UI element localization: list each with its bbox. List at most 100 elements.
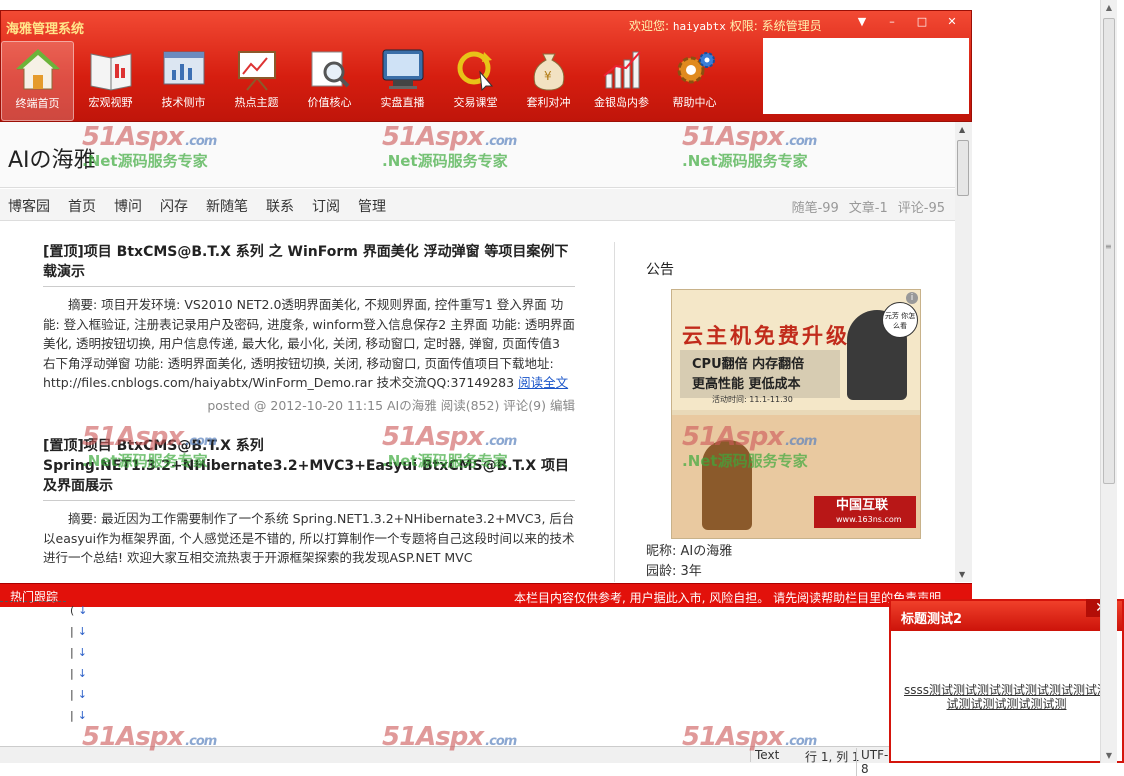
menu-dropdown-button[interactable]: ▼ <box>847 13 877 31</box>
role-label: 权限: <box>729 19 758 33</box>
blog-nav-link[interactable]: 联系 <box>266 196 294 216</box>
text-editor[interactable]: (↓ | ↓ | ↓ | ↓ | ↓ | ↓ <box>0 601 890 763</box>
scroll-thumb[interactable] <box>1103 18 1115 484</box>
welcome-label: 欢迎您: <box>629 19 670 33</box>
post-title[interactable]: [置顶]项目 BtxCMS@B.T.X 系列 Spring.NET1.3.2+N… <box>43 436 575 501</box>
post-title[interactable]: [置顶]项目 BtxCMS@B.T.X 系列 之 WinForm 界面美化 浮动… <box>43 242 575 287</box>
nav-item-live[interactable]: 实盘直播 <box>366 41 439 121</box>
nav-label: 金银岛内参 <box>594 96 649 109</box>
gear-icon <box>677 52 715 84</box>
editor-line: | ↓ <box>70 688 87 701</box>
editor-line: | ↓ <box>70 709 87 722</box>
blog-header: AIの海雅 <box>0 122 955 188</box>
nav-label: 终端首页 <box>15 97 60 110</box>
nav-item-classroom[interactable]: 交易课堂 <box>439 41 512 121</box>
nav-item-arbitrage[interactable]: ¥ 套利对冲 <box>512 41 585 121</box>
status-mode: Text <box>750 748 779 762</box>
line-marker-icon: ↓ <box>77 667 87 680</box>
chart-window-icon <box>163 51 204 85</box>
minimize-button[interactable]: – <box>877 13 907 31</box>
app-title: 海雅管理系统 <box>6 22 85 37</box>
scroll-up-arrow-icon[interactable]: ▲ <box>1104 3 1114 12</box>
hot-tracking-bar: 热门跟踪 本栏目内容仅供参考, 用户据此入市, 风险自担。 请先阅读帮助栏目里的… <box>0 583 972 607</box>
read-more-link[interactable]: 阅读全文 <box>518 375 568 390</box>
blog-content: AIの海雅 博客园 首页 博问 闪存 新随笔 联系 订阅 管理 随笔-99 文章… <box>0 122 955 582</box>
nav-item-hot[interactable]: 热点主题 <box>220 41 293 121</box>
main-nav: 终端首页 宏观视野 技术侧市 热点主题 价值核心 实盘直播 交易课堂 ¥ 套利对… <box>1 41 731 121</box>
ad-info-icon[interactable]: i <box>906 292 918 304</box>
outer-scrollbar[interactable]: ▲ ≡ ▼ <box>1100 0 1117 763</box>
ad-headline: 云主机免费升级 <box>682 324 850 348</box>
magnifier-icon <box>311 51 349 88</box>
line-marker-icon: ↓ <box>77 646 87 659</box>
nav-item-value[interactable]: 价值核心 <box>293 41 366 121</box>
role-value: 系统管理员 <box>761 19 822 33</box>
nav-label: 帮助中心 <box>672 96 717 109</box>
nav-item-help[interactable]: 帮助中心 <box>658 41 731 121</box>
top-ribbon: 海雅管理系统 欢迎您: haiyabtx 权限: 系统管理员 ▼ – □ ✕ 终… <box>0 10 972 122</box>
presentation-board-icon <box>237 51 276 91</box>
popup-title: 标题测试2 <box>901 612 963 627</box>
post-list: [置顶]项目 BtxCMS@B.T.X 系列 之 WinForm 界面美化 浮动… <box>43 242 575 568</box>
ad-date: 活动时间: 11.1-11.30 <box>712 395 793 404</box>
scroll-up-arrow-icon[interactable]: ▲ <box>959 125 965 134</box>
profile-info: 昵称: AIの海雅 园龄: 3年 <box>646 542 732 582</box>
blog-nav-link[interactable]: 博问 <box>114 196 142 216</box>
blog-nav-links: 博客园 首页 博问 闪存 新随笔 联系 订阅 管理 <box>8 196 404 216</box>
nav-item-insider[interactable]: 金银岛内参 <box>585 41 658 121</box>
nav-label: 热点主题 <box>234 96 279 109</box>
line-marker-icon: ↓ <box>77 709 87 722</box>
logo-area <box>763 38 969 114</box>
refresh-cursor-icon <box>457 51 493 92</box>
scroll-thumb[interactable] <box>957 140 969 196</box>
popup-header[interactable]: 标题测试2 ✕ <box>891 599 1122 631</box>
home-icon <box>15 49 60 90</box>
nav-item-macro[interactable]: 宏观视野 <box>74 41 147 121</box>
ad-line: CPU翻倍 内存翻倍 <box>692 357 805 372</box>
nav-item-home[interactable]: 终端首页 <box>1 41 74 121</box>
line-marker-icon: ↓ <box>78 604 88 617</box>
blog-nav-link[interactable]: 新随笔 <box>206 196 248 216</box>
ad-brand: 中国互联 www.163ns.com <box>814 496 916 528</box>
blog-nav-link[interactable]: 博客园 <box>8 196 50 216</box>
popup-message[interactable]: ssss测试测试测试测试测试测试测试测试测试测试测试测试测 <box>899 683 1114 711</box>
ad-banner[interactable]: 云主机免费升级 CPU翻倍 内存翻倍 更高性能 更低成本 活动时间: 11.1-… <box>671 289 921 539</box>
ad-line: 更高性能 更低成本 <box>692 377 801 392</box>
scroll-grip-icon: ≡ <box>1105 242 1112 251</box>
blog-nav: 博客园 首页 博问 闪存 新随笔 联系 订阅 管理 随笔-99 文章-1 评论-… <box>0 189 955 221</box>
user-info: 欢迎您: haiyabtx 权限: 系统管理员 <box>629 17 822 34</box>
status-encoding: UTF-8 <box>856 748 890 776</box>
editor-underline <box>0 601 66 602</box>
stat-articles: 文章-1 <box>848 201 888 216</box>
content-scrollbar[interactable]: ▲ ▼ <box>955 122 972 582</box>
money-bag-icon: ¥ <box>533 53 564 91</box>
editor-line: | ↓ <box>70 646 87 659</box>
blog-nav-link[interactable]: 闪存 <box>160 196 188 216</box>
ad-brand-name: 中国互联 <box>836 498 889 513</box>
close-button[interactable]: ✕ <box>937 13 967 31</box>
window-controls: ▼ – □ ✕ <box>847 13 967 31</box>
ad-character-figure <box>702 440 752 530</box>
blog-title[interactable]: AIの海雅 <box>8 142 96 174</box>
stat-posts: 随笔-99 <box>791 201 839 216</box>
line-marker-icon: ↓ <box>77 688 87 701</box>
sidebar-heading: 公告 <box>646 262 674 278</box>
nav-label: 宏观视野 <box>88 96 133 109</box>
ad-brand-url: www.163ns.com <box>836 515 902 524</box>
tracker-title[interactable]: 热门跟踪 <box>10 588 58 605</box>
post-item: [置顶]项目 BtxCMS@B.T.X 系列 Spring.NET1.3.2+N… <box>43 436 575 568</box>
maximize-button[interactable]: □ <box>907 13 937 31</box>
post-summary-text: 摘要: 项目开发环境: VS2010 NET2.0透明界面美化, 不规则界面, … <box>43 297 575 391</box>
floating-popup: 标题测试2 ✕ ssss测试测试测试测试测试测试测试测试测试测试测试测试测 <box>889 599 1124 763</box>
post-summary: 摘要: 项目开发环境: VS2010 NET2.0透明界面美化, 不规则界面, … <box>43 295 575 393</box>
blog-nav-link[interactable]: 管理 <box>358 196 386 216</box>
editor-line: | ↓ <box>70 667 87 680</box>
scroll-down-arrow-icon[interactable]: ▼ <box>1104 751 1114 760</box>
scroll-down-arrow-icon[interactable]: ▼ <box>959 570 965 579</box>
profile-nickname: 昵称: AIの海雅 <box>646 544 733 559</box>
blog-nav-link[interactable]: 订阅 <box>312 196 340 216</box>
ad-lines: CPU翻倍 内存翻倍 更高性能 更低成本 <box>692 355 804 395</box>
post-summary: 摘要: 最近因为工作需要制作了一个系统 Spring.NET1.3.2+NHib… <box>43 510 575 566</box>
nav-item-tech[interactable]: 技术侧市 <box>147 41 220 121</box>
blog-nav-link[interactable]: 首页 <box>68 196 96 216</box>
